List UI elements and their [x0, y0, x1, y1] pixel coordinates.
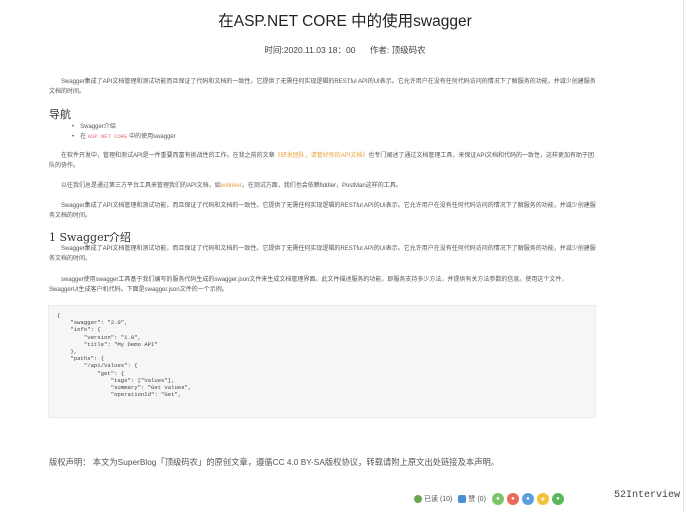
code-content: { "swagger": "2.0", "info": { "version":… [57, 312, 192, 399]
qzone-icon[interactable]: ★ [536, 493, 549, 505]
nav-heading: 导航 [49, 108, 71, 121]
like-button[interactable]: 赞 (0) [458, 494, 486, 504]
paragraph-2: 在软件开发中，管理和测试API是一件重要而富有挑战性的工作。在我之前的文章《研发… [49, 153, 595, 169]
article-link[interactable]: 《研发团队，请管好你的API文档》 [275, 153, 369, 159]
weibo-icon[interactable]: ● [506, 493, 519, 505]
nav-item[interactable]: Swagger介绍 [72, 122, 176, 132]
code-block[interactable]: { "swagger": "2.0", "info": { "version":… [48, 305, 596, 418]
page-right-rule [683, 0, 684, 512]
paragraph-6: swagger使用swagger工具基于我们编写的服务代码生成的swagger.… [49, 277, 568, 293]
eolinker-link[interactable]: eolinker [221, 183, 242, 189]
intro-paragraph: Swagger集成了API文档管理和测试功能而且保证了代码和文档的一致性。它提供… [49, 79, 596, 95]
author: 作者: 顶级码农 [369, 45, 426, 55]
wechat-icon[interactable]: ● [491, 493, 504, 505]
paragraph-4: Swagger集成了API文档管理和测试功能，而且保证了代码和文档的一致性。它提… [49, 203, 596, 219]
read-count: 已读 (10) [414, 494, 452, 504]
article-meta: 时间:2020.11.03 18：00 作者: 顶级码农 [0, 44, 690, 56]
copyright-notice: 版权声明： 本文为SuperBlog「顶级码农」的原创文章，遵循CC 4.0 B… [49, 457, 500, 467]
section-heading: 1 Swagger介绍 [49, 231, 131, 244]
article-title: 在ASP.NET CORE 中的使用swagger [218, 13, 472, 30]
nav-item[interactable]: 在 ASP.NET CORE 中的使用swagger [72, 132, 176, 142]
paragraph-3: 以往我们总是通过第三方平台工具来管理我们的API文档，如eolinker。在测试… [61, 183, 402, 189]
watermark: 52Interview [614, 490, 681, 501]
footer-actions: 已读 (10) 赞 (0) ● ● ● ★ ● [414, 492, 564, 506]
douban-icon[interactable]: ● [551, 493, 564, 505]
eye-icon [414, 495, 422, 503]
nav-list: Swagger介绍 在 ASP.NET CORE 中的使用swagger [72, 122, 176, 142]
qq-icon[interactable]: ● [521, 493, 534, 505]
publish-time: 时间:2020.11.03 18：00 [264, 45, 356, 55]
paragraph-5: Swagger集成了API文档管理和测试功能，而且保证了代码和文档的一致性。它提… [49, 246, 596, 262]
thumbs-up-icon [458, 495, 467, 503]
